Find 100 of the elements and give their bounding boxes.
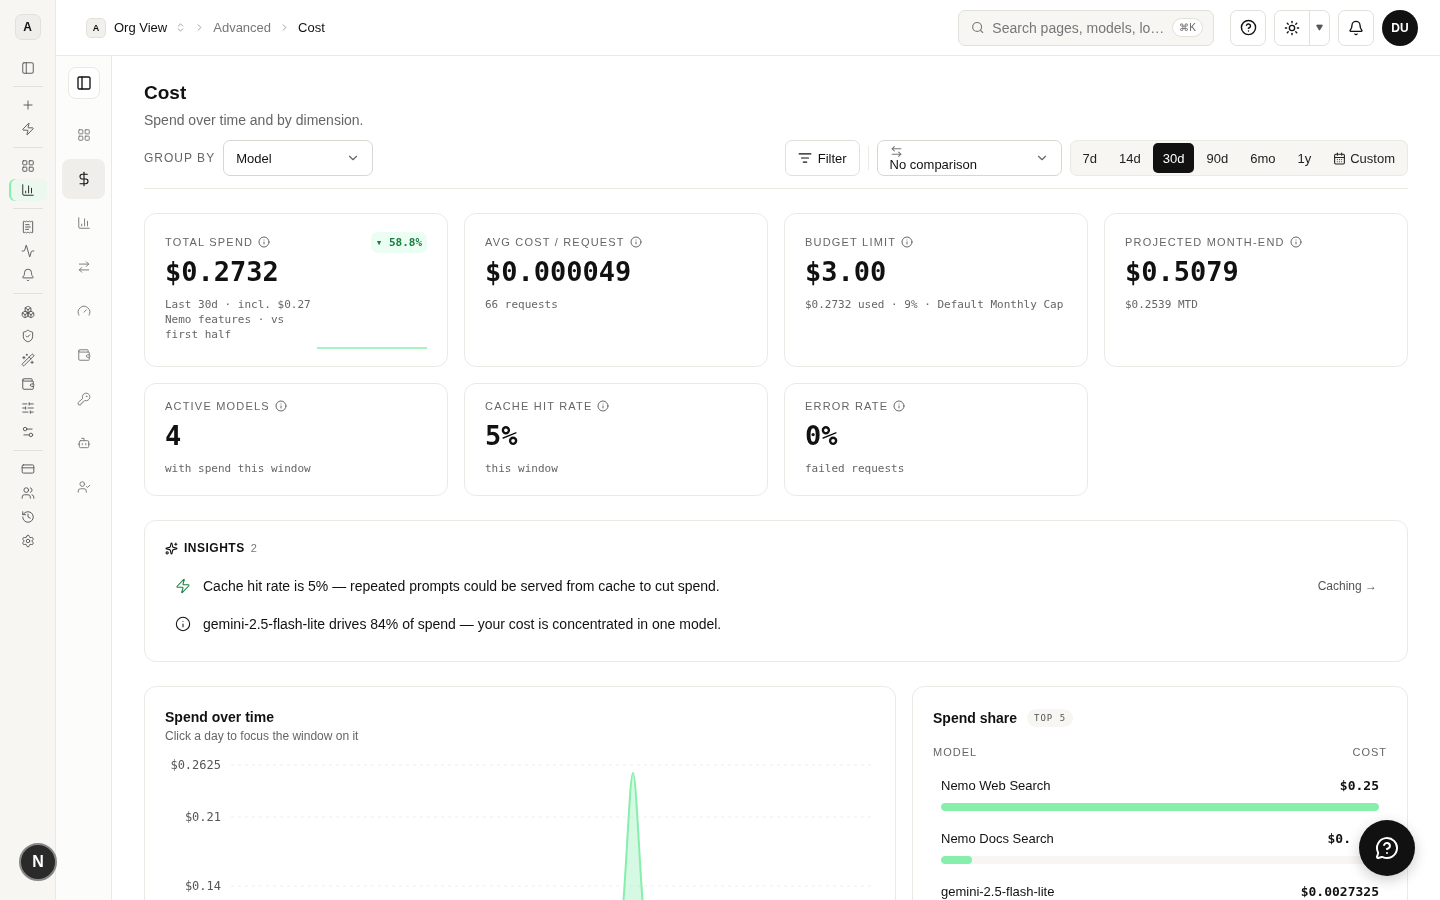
org-switcher[interactable]: Org View — [114, 20, 168, 35]
section-nav-item[interactable] — [62, 159, 105, 199]
metric-label: BUDGET LIMIT — [805, 236, 897, 248]
bar-chart-icon — [20, 183, 35, 197]
rail-nav-item[interactable] — [8, 179, 47, 201]
axis-label: $0.14 — [184, 879, 221, 893]
workspace-logo[interactable]: A — [14, 14, 41, 40]
filter-button[interactable]: Filter — [784, 140, 860, 176]
range-option[interactable]: 1y — [1287, 143, 1322, 173]
page-subtitle: Spend over time and by dimension. — [144, 112, 365, 128]
metric-value: $0.000049 — [485, 256, 633, 287]
column-header: COST — [1352, 746, 1387, 758]
user-avatar[interactable]: DU — [1382, 9, 1418, 46]
metric-label: CACHE HIT RATE — [485, 400, 593, 412]
sun-icon — [1284, 19, 1300, 36]
group-by-select[interactable]: Model — [223, 140, 374, 176]
metric-note: $0.2539 MTD — [1125, 297, 1199, 312]
model-name: Nemo Web Search — [941, 778, 1051, 793]
metric-note: 66 requests — [485, 297, 559, 312]
search-icon — [971, 20, 985, 35]
info-icon[interactable] — [258, 236, 271, 248]
info-icon[interactable] — [901, 236, 914, 248]
group-by-label: GROUP BY — [144, 151, 216, 165]
card-title: Spend share — [933, 710, 1018, 726]
users-icon — [20, 486, 35, 500]
metric-value: 0% — [805, 420, 839, 451]
receipt-icon — [20, 220, 35, 234]
swap-icon — [889, 144, 903, 158]
help-button[interactable] — [1230, 9, 1266, 46]
range-option[interactable]: 14d — [1109, 143, 1151, 173]
info-icon[interactable] — [1289, 236, 1302, 248]
lightning-icon — [20, 122, 35, 136]
model-cost: $0.0027325 — [1300, 884, 1379, 899]
insight-text: gemini-2.5-flash-lite drives 84% of spend — your cost is concentrated in one model. — [203, 616, 723, 632]
metric-note: failed requests — [805, 461, 906, 476]
gauge-icon — [76, 304, 91, 318]
metric-label: ERROR RATE — [805, 400, 889, 412]
robot-icon — [76, 436, 91, 450]
range-option[interactable]: Custom — [1323, 143, 1405, 173]
shield-icon — [20, 329, 35, 343]
metric-value: 4 — [165, 420, 183, 451]
sparkles-icon — [165, 541, 178, 555]
caret-icon — [1316, 24, 1323, 31]
info-icon[interactable] — [274, 400, 287, 412]
metric-value: $0.5079 — [1125, 256, 1240, 287]
info-icon[interactable] — [629, 236, 642, 248]
info-icon[interactable] — [597, 400, 610, 412]
user-check-icon — [76, 480, 91, 494]
metric-label: AVG COST / REQUEST — [485, 236, 625, 248]
bell-icon — [1348, 19, 1364, 36]
metric-note: this window — [485, 461, 559, 476]
metric-label: PROJECTED MONTH-END — [1125, 236, 1285, 248]
help-chat-button[interactable] — [1359, 820, 1415, 876]
grid-icon — [20, 159, 35, 173]
insight-text: Cache hit rate is 5% — repeated prompts could be served from cache to cut spend. — [203, 578, 721, 594]
axis-label: $0.21 — [184, 810, 221, 824]
range-option[interactable]: 90d — [1196, 143, 1239, 173]
metric-value: $3.00 — [805, 256, 888, 287]
filter-icon — [797, 151, 812, 165]
help-icon — [1239, 19, 1257, 36]
sidebar-icon — [75, 75, 92, 91]
model-name: Nemo Docs Search — [941, 831, 1054, 846]
grid-icon — [76, 128, 91, 142]
range-option[interactable]: 7d — [1072, 143, 1108, 173]
key-icon — [76, 392, 91, 406]
wallet-icon — [76, 348, 91, 362]
card-title: Spend over time — [165, 709, 274, 725]
insight-link[interactable]: Caching → — [1317, 579, 1377, 593]
calendar-icon — [1333, 151, 1347, 165]
top-badge: TOP 5 — [1027, 709, 1074, 727]
sidebar-toggle[interactable] — [67, 67, 100, 99]
model-name: gemini-2.5-flash-lite — [941, 884, 1055, 899]
range-option[interactable]: 30d — [1152, 143, 1195, 173]
breadcrumb-item[interactable]: Cost — [298, 20, 325, 35]
settings-icon — [20, 534, 35, 548]
insights-title: INSIGHTS — [184, 541, 245, 555]
range-option[interactable]: 6mo — [1240, 143, 1286, 173]
activity-icon — [20, 244, 35, 258]
model-cost: $0. — [1327, 831, 1351, 846]
comparison-select[interactable]: No comparison — [876, 140, 1062, 176]
card-subtitle: Click a day to focus the window on it — [165, 729, 360, 743]
boxes-icon — [20, 305, 35, 319]
insights-count: 2 — [250, 542, 257, 554]
bar-chart-icon — [76, 216, 91, 230]
page-title: Cost — [144, 82, 188, 104]
change-badge: ▾ 58.8% — [370, 232, 427, 253]
metric-label: TOTAL SPEND — [165, 236, 254, 248]
notifications-button[interactable] — [1338, 9, 1374, 46]
breadcrumb-item[interactable]: Advanced — [213, 20, 272, 35]
info-icon — [175, 616, 191, 632]
search-field[interactable]: Search pages, models, lo… ⌘K — [958, 9, 1214, 46]
sliders-icon — [20, 425, 35, 439]
info-icon[interactable] — [893, 400, 906, 412]
metric-label: ACTIVE MODELS — [165, 400, 270, 412]
wand-icon — [20, 353, 35, 367]
shortcut-hint: ⌘K — [1172, 18, 1203, 37]
metric-note: $0.2732 used · 9% · Default Monthly Cap — [805, 297, 1065, 312]
sliders-icon — [20, 401, 35, 415]
metric-value: 5% — [485, 420, 519, 451]
user-avatar[interactable]: N — [19, 843, 57, 881]
